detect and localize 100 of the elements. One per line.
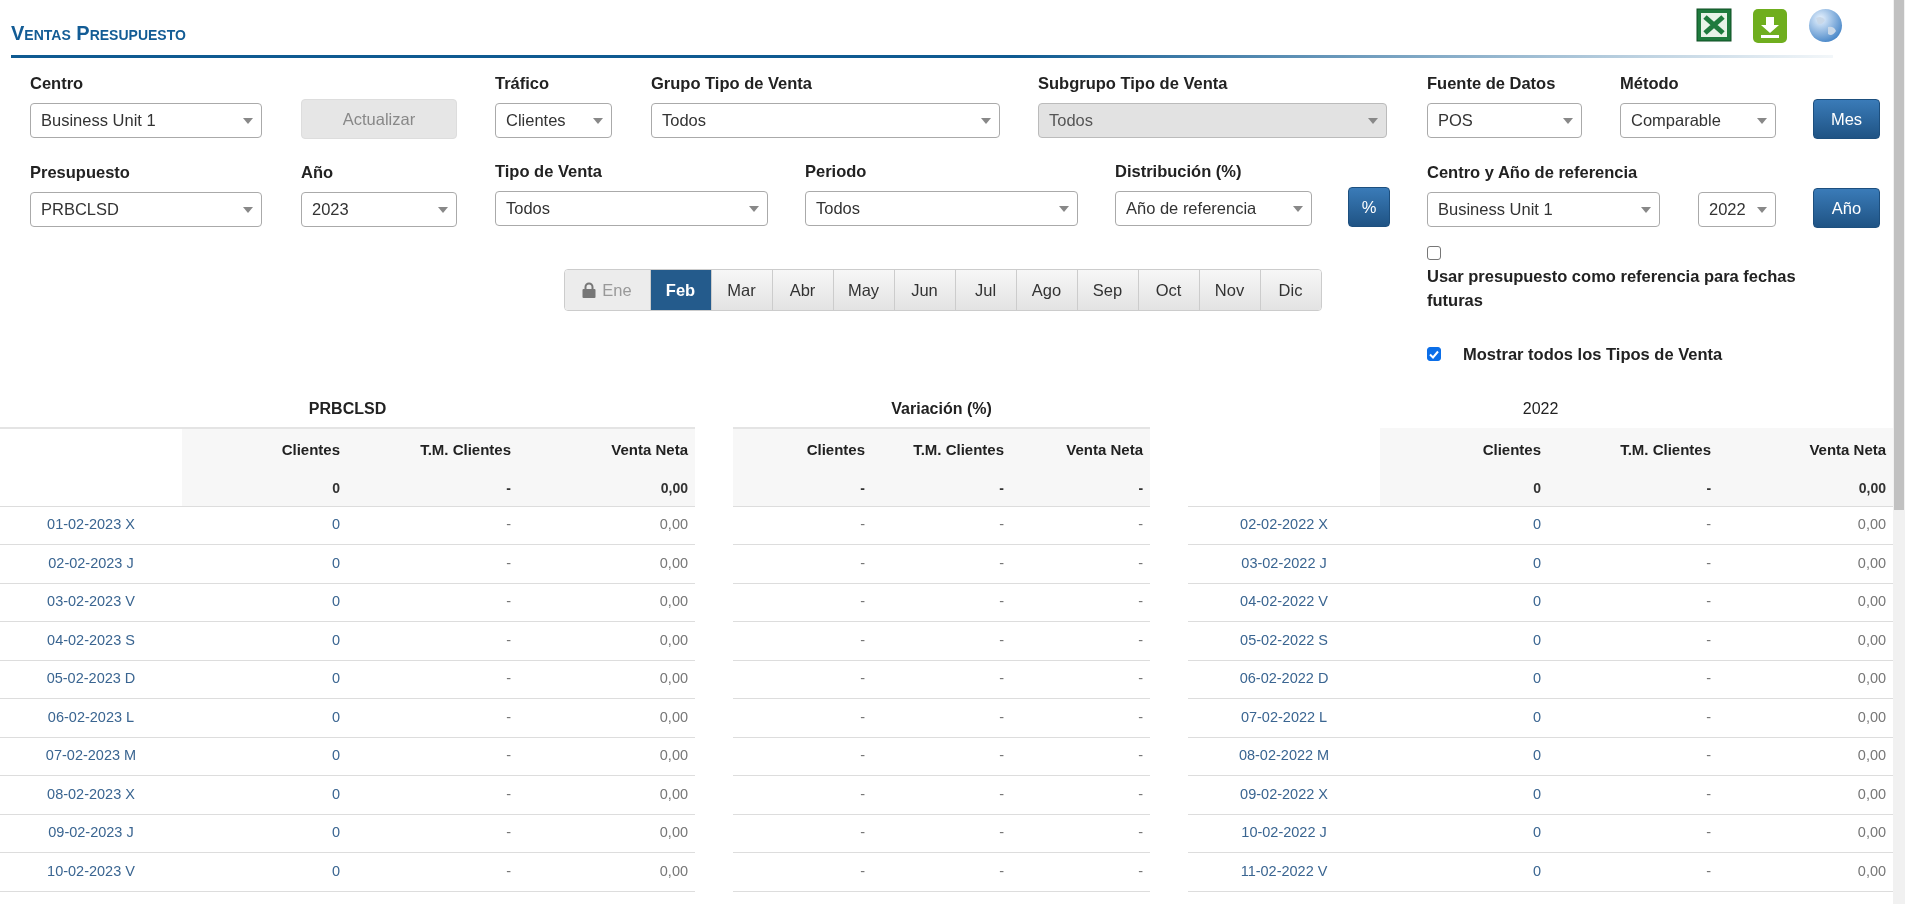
date-cell[interactable]: 06-02-2022 D xyxy=(1188,660,1381,699)
date-cell[interactable]: 04-02-2022 V xyxy=(1188,583,1381,622)
month-tab[interactable]: Jun xyxy=(893,270,955,310)
checkbox[interactable] xyxy=(1427,347,1441,362)
table-cell: - xyxy=(733,660,873,699)
dropdown[interactable]: 2023 xyxy=(301,192,457,227)
date-cell[interactable]: 09-02-2022 X xyxy=(1188,775,1381,814)
table-cell: - xyxy=(347,583,518,622)
caret-icon xyxy=(981,117,991,124)
table-cell: 0 xyxy=(1380,583,1549,622)
action-button[interactable]: % xyxy=(1348,187,1390,227)
action-button[interactable]: Mes xyxy=(1813,99,1880,139)
table-cell: - xyxy=(1011,814,1151,853)
dropdown[interactable]: Business Unit 1 xyxy=(30,103,262,138)
month-tab[interactable]: Nov xyxy=(1198,270,1260,310)
month-tab[interactable]: Jul xyxy=(954,270,1016,310)
date-cell[interactable]: 10-02-2022 J xyxy=(1188,814,1381,853)
table-cell: - xyxy=(733,852,873,891)
date-cell[interactable]: 07-02-2022 L xyxy=(1188,698,1381,737)
table-cell: - xyxy=(872,737,1012,776)
caret-icon xyxy=(1059,205,1069,212)
action-button[interactable]: Año xyxy=(1813,188,1880,228)
dropdown[interactable]: Comparable xyxy=(1620,103,1776,138)
table-cell: - xyxy=(1548,852,1719,891)
date-cell[interactable]: 07-02-2023 M xyxy=(0,737,182,776)
date-cell[interactable]: 02-02-2023 J xyxy=(0,544,182,583)
date-cell[interactable]: 03-02-2022 J xyxy=(1188,544,1381,583)
table-cell: - xyxy=(347,698,518,737)
caret-icon xyxy=(243,117,253,124)
month-tab[interactable]: Dic xyxy=(1259,270,1321,310)
month-tab[interactable]: May xyxy=(832,270,894,310)
total-cell: - xyxy=(872,472,1012,506)
dropdown[interactable]: POS xyxy=(1427,103,1582,138)
dropdown[interactable]: Clientes xyxy=(495,103,612,138)
table-cell: - xyxy=(872,660,1012,699)
date-cell[interactable]: 04-02-2023 S xyxy=(0,621,182,660)
caret-icon xyxy=(1293,205,1303,212)
spreadsheet-icon[interactable] xyxy=(1696,8,1732,42)
total-cell: - xyxy=(733,472,873,506)
month-tab[interactable]: Sep xyxy=(1076,270,1138,310)
lock-icon xyxy=(582,282,597,298)
table-cell: 0 xyxy=(1380,814,1549,853)
table-cell: - xyxy=(733,698,873,737)
date-cell[interactable]: 06-02-2023 L xyxy=(0,698,182,737)
table-cell: 0 xyxy=(1380,506,1549,545)
option-label: Mostrar todos los Tipos de Venta xyxy=(1463,344,1723,365)
table-cell: 0 xyxy=(182,698,347,737)
dropdown[interactable]: Business Unit 1 xyxy=(1427,192,1660,227)
globe-icon[interactable] xyxy=(1808,8,1843,43)
checkbox[interactable] xyxy=(1427,246,1441,260)
table-cell: - xyxy=(1011,506,1151,545)
date-cell[interactable]: 09-02-2023 J xyxy=(0,814,182,853)
date-cell[interactable]: 08-02-2023 X xyxy=(0,775,182,814)
caret-icon xyxy=(1757,206,1767,213)
field-label: Presupuesto xyxy=(30,162,131,183)
date-cell[interactable]: 02-02-2022 X xyxy=(1188,506,1381,545)
table-cell: - xyxy=(733,814,873,853)
table-cell: - xyxy=(1548,544,1719,583)
total-cell: 0,00 xyxy=(1718,472,1893,506)
dropdown[interactable]: Todos xyxy=(495,191,768,226)
month-tab[interactable]: Abr xyxy=(771,270,833,310)
dropdown[interactable]: PRBCLSD xyxy=(30,192,262,227)
dropdown[interactable]: Todos xyxy=(651,103,1000,138)
table-cell: - xyxy=(733,737,873,776)
table-cell: 0,00 xyxy=(518,698,696,737)
field-label: Periodo xyxy=(805,161,868,182)
table-cell: 0 xyxy=(182,660,347,699)
month-tab[interactable]: Mar xyxy=(710,270,772,310)
table-cell: - xyxy=(347,775,518,814)
total-cell: - xyxy=(1548,472,1719,506)
table-cell: 0 xyxy=(182,775,347,814)
dropdown[interactable]: Todos xyxy=(805,191,1078,226)
date-cell[interactable]: 05-02-2023 D xyxy=(0,660,182,699)
date-cell[interactable]: 10-02-2023 V xyxy=(0,852,182,891)
table-cell: - xyxy=(1548,621,1719,660)
table-cell: 0,00 xyxy=(518,621,696,660)
dropdown[interactable]: Año de referencia xyxy=(1115,191,1312,226)
table-cell: 0,00 xyxy=(518,814,696,853)
table-cell: 0,00 xyxy=(518,852,696,891)
month-tab[interactable]: Oct xyxy=(1137,270,1199,310)
scrollbar[interactable] xyxy=(1893,0,1905,904)
date-cell[interactable]: 11-02-2022 V xyxy=(1188,852,1381,891)
date-cell[interactable]: 01-02-2023 X xyxy=(0,506,182,545)
date-cell[interactable]: 03-02-2023 V xyxy=(0,583,182,622)
date-cell[interactable]: 08-02-2022 M xyxy=(1188,737,1381,776)
download-icon[interactable] xyxy=(1752,8,1788,44)
dropdown[interactable]: 2022 xyxy=(1698,192,1776,227)
column-header: Venta Neta xyxy=(1718,428,1893,472)
table-cell: - xyxy=(1011,698,1151,737)
table-cell: - xyxy=(872,621,1012,660)
caret-icon xyxy=(593,117,603,124)
month-tab[interactable]: Feb xyxy=(649,270,711,310)
total-cell: - xyxy=(1011,472,1151,506)
field-label: Tráfico xyxy=(495,73,551,94)
table-cell: 0 xyxy=(182,852,347,891)
table-cell: - xyxy=(1548,737,1719,776)
table-cell: - xyxy=(347,852,518,891)
month-tab[interactable]: Ago xyxy=(1015,270,1077,310)
table-cell: - xyxy=(347,814,518,853)
date-cell[interactable]: 05-02-2022 S xyxy=(1188,621,1381,660)
